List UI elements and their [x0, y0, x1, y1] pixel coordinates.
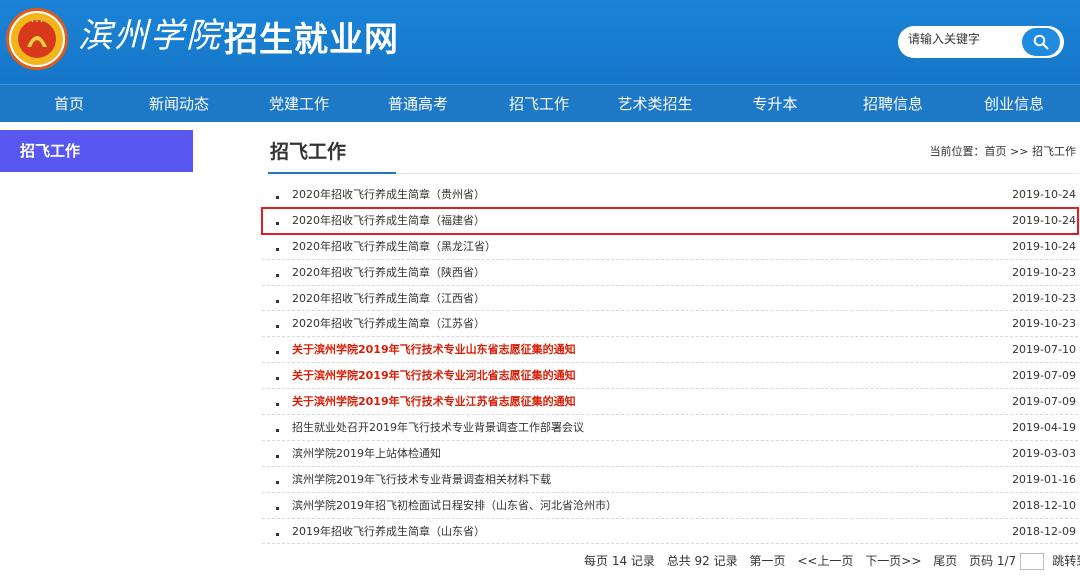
list-item[interactable]: 招生就业处召开2019年飞行技术专业背景调查工作部署会议 2019-04-19	[262, 415, 1078, 441]
bullet-icon	[276, 532, 279, 536]
article-date: 2019-10-23	[1012, 291, 1076, 305]
nav-item-startup-info[interactable]: 创业信息	[956, 85, 1072, 123]
list-item[interactable]: 2020年招收飞行养成生简章（黑龙江省） 2019-10-24	[262, 234, 1078, 260]
article-date: 2018-12-10	[1012, 498, 1076, 512]
bullet-icon	[276, 506, 279, 510]
pager-last-link[interactable]: 尾页	[933, 554, 957, 568]
article-date: 2019-10-24	[1012, 188, 1076, 201]
bullet-icon	[276, 403, 279, 407]
pager-total: 总共 92 记录	[666, 554, 738, 568]
article-title-link[interactable]: 招生就业处召开2019年飞行技术专业背景调查工作部署会议	[292, 415, 584, 440]
search-button[interactable]	[1022, 28, 1060, 56]
article-title-link[interactable]: 2020年招收飞行养成生简章（贵州省）	[292, 182, 485, 207]
article-title-link[interactable]: 2020年招收飞行养成生简章（陕西省）	[292, 260, 485, 285]
list-item[interactable]: 2020年招收飞行养成生简章（江苏省） 2019-10-23	[262, 311, 1078, 338]
article-title-link[interactable]: 2020年招收飞行养成生简章（江苏省）	[292, 311, 485, 336]
site-header: • • • 滨州学院 招生就业网	[0, 0, 1080, 84]
bullet-icon	[276, 480, 279, 484]
list-item[interactable]: 关于滨州学院2019年飞行技术专业山东省志愿征集的通知 2019-07-10	[262, 337, 1078, 364]
title-divider	[396, 173, 1078, 174]
page-title: 招飞工作	[270, 141, 347, 163]
main-nav: 首页 新闻动态 党建工作 普通高考 招飞工作 艺术类招生 专升本 招聘信息 创业…	[0, 84, 1080, 122]
bullet-icon	[276, 221, 279, 225]
article-date: 2019-04-19	[1012, 421, 1076, 435]
nav-item-news[interactable]: 新闻动态	[121, 85, 237, 123]
pager-page-indicator: 页码 1/7	[969, 554, 1017, 568]
pager-next-link[interactable]: 下一页>>	[865, 554, 921, 568]
article-title-link[interactable]: 2020年招收飞行养成生简章（江西省）	[292, 286, 485, 311]
article-title-link[interactable]: 2020年招收飞行养成生简章（福建省）	[292, 208, 485, 233]
bullet-icon	[276, 247, 279, 251]
list-item[interactable]: 2020年招收飞行养成生简章（贵州省） 2019-10-24	[262, 182, 1078, 208]
list-item[interactable]: 滨州学院2019年招飞初检面试日程安排（山东省、河北省沧州市） 2018-12-1…	[262, 493, 1078, 519]
article-title-link[interactable]: 滨州学院2019年飞行技术专业背景调查相关材料下载	[292, 467, 551, 492]
article-date: 2019-03-03	[1012, 446, 1076, 460]
sidebar-category-title[interactable]: 招飞工作	[0, 130, 193, 172]
title-underline	[268, 172, 396, 174]
nav-item-art-admission[interactable]: 艺术类招生	[597, 85, 713, 123]
article-title-link[interactable]: 2019年招收飞行养成生简章（山东省）	[292, 519, 485, 544]
search-input[interactable]	[908, 30, 1018, 48]
list-item[interactable]: 滨州学院2019年飞行技术专业背景调查相关材料下载 2019-01-16	[262, 467, 1078, 493]
breadcrumb[interactable]: 当前位置：首页 >> 招飞工作	[930, 144, 1076, 160]
article-title-link[interactable]: 关于滨州学院2019年飞行技术专业江苏省志愿征集的通知	[292, 389, 576, 414]
list-item[interactable]: 关于滨州学院2019年飞行技术专业江苏省志愿征集的通知 2019-07-09	[262, 389, 1078, 416]
article-title-link[interactable]: 2020年招收飞行养成生简章（黑龙江省）	[292, 234, 496, 259]
article-date: 2019-01-16	[1012, 472, 1076, 486]
nav-item-job-info[interactable]: 招聘信息	[835, 85, 951, 123]
list-item[interactable]: 2019年招收飞行养成生简章（山东省） 2018-12-09	[262, 519, 1078, 545]
bullet-icon	[276, 273, 279, 277]
nav-item-party-building[interactable]: 党建工作	[241, 85, 357, 123]
pagination: 每页 14 记录 总共 92 记录 第一页 <<上一页 下一页>> 尾页 页码 …	[584, 552, 1080, 572]
nav-item-general-admission[interactable]: 普通高考	[360, 85, 476, 123]
article-date: 2019-10-24	[1012, 213, 1076, 227]
article-title-link[interactable]: 关于滨州学院2019年飞行技术专业河北省志愿征集的通知	[292, 363, 576, 388]
nav-item-pilot-recruitment[interactable]: 招飞工作	[481, 85, 597, 123]
pager-goto-link[interactable]: 跳转到	[1052, 554, 1080, 568]
article-title-link[interactable]: 关于滨州学院2019年飞行技术专业山东省志愿征集的通知	[292, 337, 576, 362]
list-item[interactable]: 关于滨州学院2019年飞行技术专业河北省志愿征集的通知 2019-07-09	[262, 363, 1078, 390]
site-title[interactable]: 招生就业网	[224, 18, 399, 62]
article-date: 2019-10-23	[1012, 265, 1076, 279]
search-box	[898, 26, 1064, 58]
pager-per-page: 每页 14 记录	[584, 554, 655, 568]
article-title-link[interactable]: 滨州学院2019年上站体检通知	[292, 441, 441, 466]
bullet-icon	[276, 377, 279, 381]
article-date: 2019-07-09	[1012, 395, 1076, 409]
bullet-icon	[276, 299, 279, 303]
article-date: 2019-10-24	[1012, 239, 1076, 253]
bullet-icon	[276, 454, 279, 458]
page-number-input[interactable]	[1020, 553, 1045, 570]
article-list: 2020年招收飞行养成生简章（贵州省） 2019-10-24 2020年招收飞行养成…	[261, 182, 1079, 545]
bullet-icon	[276, 429, 279, 433]
list-item[interactable]: 2020年招收飞行养成生简章（陕西省） 2019-10-23	[262, 260, 1078, 286]
article-date: 2018-12-09	[1012, 524, 1076, 538]
article-title-link[interactable]: 滨州学院2019年招飞初检面试日程安排（山东省、河北省沧州市）	[292, 493, 617, 518]
article-date: 2019-10-23	[1012, 317, 1076, 331]
nav-item-upgrade-bachelor[interactable]: 专升本	[717, 85, 833, 123]
svg-text:• • •: • • •	[31, 19, 43, 25]
nav-item-home[interactable]: 首页	[11, 85, 127, 123]
article-date: 2019-07-10	[1012, 343, 1076, 357]
pager-prev-link[interactable]: <<上一页	[797, 554, 853, 568]
pager-first-link[interactable]: 第一页	[749, 554, 785, 568]
university-emblem-icon[interactable]: • • •	[6, 8, 68, 70]
search-icon	[1033, 34, 1049, 50]
bullet-icon	[276, 351, 279, 355]
bullet-icon	[276, 196, 279, 199]
list-item[interactable]: 滨州学院2019年上站体检通知 2019-03-03	[262, 441, 1078, 467]
article-date: 2019-07-09	[1012, 369, 1076, 383]
list-item[interactable]: 2020年招收飞行养成生简章（福建省） 2019-10-24	[261, 206, 1079, 235]
school-name-calligraphy[interactable]: 滨州学院	[78, 14, 222, 58]
bullet-icon	[276, 325, 279, 329]
list-item[interactable]: 2020年招收飞行养成生简章（江西省） 2019-10-23	[262, 286, 1078, 312]
